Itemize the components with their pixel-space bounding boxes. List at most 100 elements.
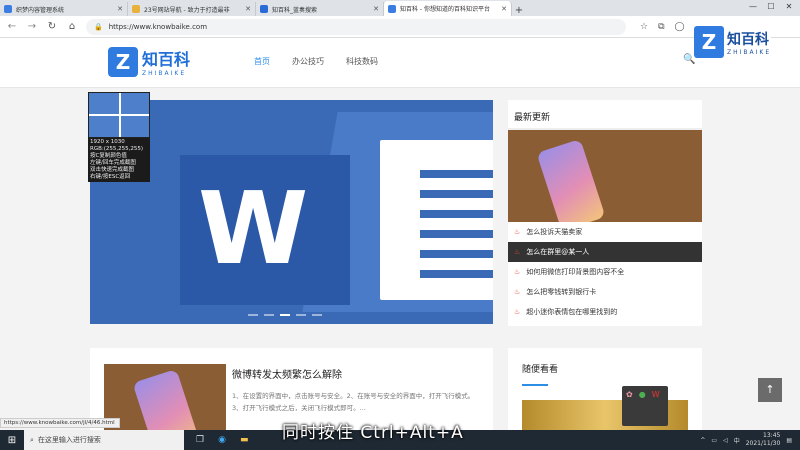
- start-button-icon[interactable]: ⊞: [0, 435, 24, 446]
- article-excerpt: 1、在设置的界面中，点击账号与安全。2、在账号与安全的界面中，打开飞行模式。3、…: [232, 392, 475, 412]
- watermark-text-en: ZHIBAIKE: [727, 48, 772, 56]
- site-header: Z 知百科 ZHIBAIKE 首页 办公技巧 科技数码 🔍: [0, 38, 800, 88]
- system-tray: ^ ▭ ◁ 中 13:45 2021/11/30 ▤: [700, 430, 800, 450]
- tray-app-icon[interactable]: W: [652, 390, 660, 422]
- toolbar-icons: ☆ ⧉ ◯: [640, 22, 685, 32]
- lock-icon: 🔒: [94, 22, 103, 31]
- hot-icon: ♨: [514, 288, 521, 296]
- watermark-logo-mark: Z: [694, 26, 724, 58]
- logo-text-en: ZHIBAIKE: [142, 70, 187, 77]
- random-picks-panel: 随便看看: [508, 348, 702, 438]
- address-toolbar: ← → ↻ ⌂ 🔒 https://www.knowbaike.com ☆ ⧉ …: [0, 16, 800, 38]
- forward-icon[interactable]: →: [26, 21, 38, 32]
- magnifier-rgb: RGB:(255,255,255): [90, 146, 143, 152]
- edge-icon[interactable]: ◉: [218, 435, 226, 445]
- browser-tab-active[interactable]: 知百科 - 你想知道的百科知识平台 ✕: [384, 1, 512, 16]
- volume-icon[interactable]: ◁: [723, 437, 728, 444]
- notifications-icon[interactable]: ▤: [786, 437, 792, 444]
- tab-favicon-icon: [132, 5, 140, 13]
- link-status-bar: https://www.knowbaike.com/jl/4/46.html: [0, 418, 120, 428]
- close-icon[interactable]: ✕: [373, 5, 379, 13]
- tab-title: 知百科_蓝奏搜索: [272, 6, 318, 14]
- minimize-button[interactable]: —: [744, 0, 762, 14]
- browser-tab[interactable]: 知百科_蓝奏搜索 ✕: [256, 2, 384, 16]
- browser-tab[interactable]: 23号网站导航 - 致力于打造最非 ✕: [128, 2, 256, 16]
- nav-item-home[interactable]: 首页: [254, 56, 270, 67]
- list-item[interactable]: ♨ 怎么投诉天猫卖家: [508, 222, 702, 242]
- magnifier-size: 1920 x 1030: [90, 139, 125, 145]
- article-title[interactable]: 微博转发太频繁怎么解除: [232, 366, 342, 381]
- tray-chevron-icon[interactable]: ^: [700, 437, 705, 444]
- site-logo[interactable]: Z 知百科 ZHIBAIKE: [108, 46, 190, 77]
- maximize-button[interactable]: ☐: [762, 0, 780, 14]
- video-caption: 同时按住 Ctrl+Alt+A: [282, 423, 464, 443]
- clock[interactable]: 13:45 2021/11/30: [746, 432, 781, 448]
- watermark-text-cn: 知百科: [727, 31, 769, 48]
- browser-tab[interactable]: 织梦内容管理系统 ✕: [0, 2, 128, 16]
- file-explorer-icon[interactable]: ▬: [240, 435, 249, 445]
- magnifier-crosshair: [88, 92, 150, 138]
- hot-icon: ♨: [514, 268, 521, 276]
- home-icon[interactable]: ⌂: [66, 21, 78, 32]
- close-icon[interactable]: ✕: [245, 5, 251, 13]
- carousel-dot[interactable]: [264, 314, 274, 316]
- hot-icon: ♨: [514, 228, 521, 236]
- tab-favicon-icon: [4, 5, 12, 13]
- network-icon[interactable]: ▭: [711, 437, 717, 444]
- tray-overflow-popup: ✿ ● W: [622, 386, 668, 426]
- address-field[interactable]: 🔒 https://www.knowbaike.com: [86, 18, 626, 35]
- wechat-icon[interactable]: ●: [639, 390, 646, 422]
- nav-item-office-tips[interactable]: 办公技巧: [292, 56, 324, 67]
- tab-favicon-icon: [388, 4, 396, 13]
- carousel-dot[interactable]: [296, 314, 306, 316]
- close-window-button[interactable]: ✕: [780, 0, 798, 14]
- hot-icon: ♨: [514, 308, 521, 316]
- article-thumbnail[interactable]: [104, 364, 226, 438]
- search-icon: ⌕: [30, 435, 34, 444]
- logo-mark: Z: [108, 46, 138, 77]
- close-icon[interactable]: ✕: [501, 5, 507, 13]
- latest-heading: 最新更新: [508, 100, 702, 130]
- window-controls: — ☐ ✕: [744, 0, 798, 14]
- channel-watermark: Z 知百科 ZHIBAIKE: [694, 26, 772, 58]
- back-icon[interactable]: ←: [6, 21, 18, 32]
- list-item[interactable]: ♨ 如何用微信打印背景图内容不全: [508, 262, 702, 282]
- close-icon[interactable]: ✕: [117, 5, 123, 13]
- hot-icon: ♨: [514, 248, 521, 256]
- nav-item-tech[interactable]: 科技数码: [346, 56, 378, 67]
- word-logo-icon: W: [198, 170, 309, 287]
- hero-carousel[interactable]: W: [90, 100, 493, 324]
- back-to-top-button[interactable]: ↑: [758, 378, 782, 402]
- tab-title: 织梦内容管理系统: [16, 6, 65, 14]
- screenshot-magnifier: 1920 x 1030 RGB:(255,255,255) 按C复制颜色值 左键…: [88, 92, 150, 182]
- new-tab-button[interactable]: +: [512, 5, 526, 16]
- taskbar-search[interactable]: ⌕ 在这里输入进行搜索: [24, 430, 184, 450]
- carousel-dot[interactable]: [248, 314, 258, 316]
- logo-text-cn: 知百科: [142, 50, 191, 69]
- latest-thumbnail[interactable]: [508, 130, 702, 222]
- main-nav: 首页 办公技巧 科技数码: [254, 56, 378, 67]
- list-item[interactable]: ♨ 怎么在群里@某一人: [508, 242, 702, 262]
- tab-favicon-icon: [260, 5, 268, 13]
- carousel-dot[interactable]: [312, 314, 322, 316]
- task-view-icon[interactable]: ❐: [196, 435, 204, 445]
- tray-app-icon[interactable]: ✿: [626, 390, 633, 422]
- recommend-heading: 随便看看: [522, 365, 559, 375]
- profile-icon[interactable]: ◯: [675, 22, 685, 32]
- clock-date: 2021/11/30: [745, 440, 781, 447]
- taskbar-search-placeholder: 在这里输入进行搜索: [37, 436, 101, 444]
- carousel-dot-active[interactable]: [280, 314, 290, 316]
- list-item[interactable]: ♨ 超小迷你表情包在哪里找到的: [508, 302, 702, 322]
- carousel-dots: [248, 314, 322, 316]
- latest-list: ♨ 怎么投诉天猫卖家 ♨ 怎么在群里@某一人 ♨ 如何用微信打印背景图内容不全 ♨ 怎么…: [508, 222, 702, 322]
- collections-icon[interactable]: ⧉: [658, 22, 664, 32]
- refresh-icon[interactable]: ↻: [46, 21, 58, 32]
- word-document-graphic: [380, 140, 493, 300]
- clock-time: 13:45: [763, 432, 781, 439]
- favorite-icon[interactable]: ☆: [640, 22, 648, 32]
- tab-title: 23号网站导航 - 致力于打造最非: [144, 6, 230, 14]
- address-text: https://www.knowbaike.com: [108, 22, 208, 31]
- list-item[interactable]: ♨ 怎么把零钱转到银行卡: [508, 282, 702, 302]
- taskbar-apps: ❐ ◉ ▬: [196, 435, 248, 445]
- ime-indicator[interactable]: 中: [734, 436, 740, 445]
